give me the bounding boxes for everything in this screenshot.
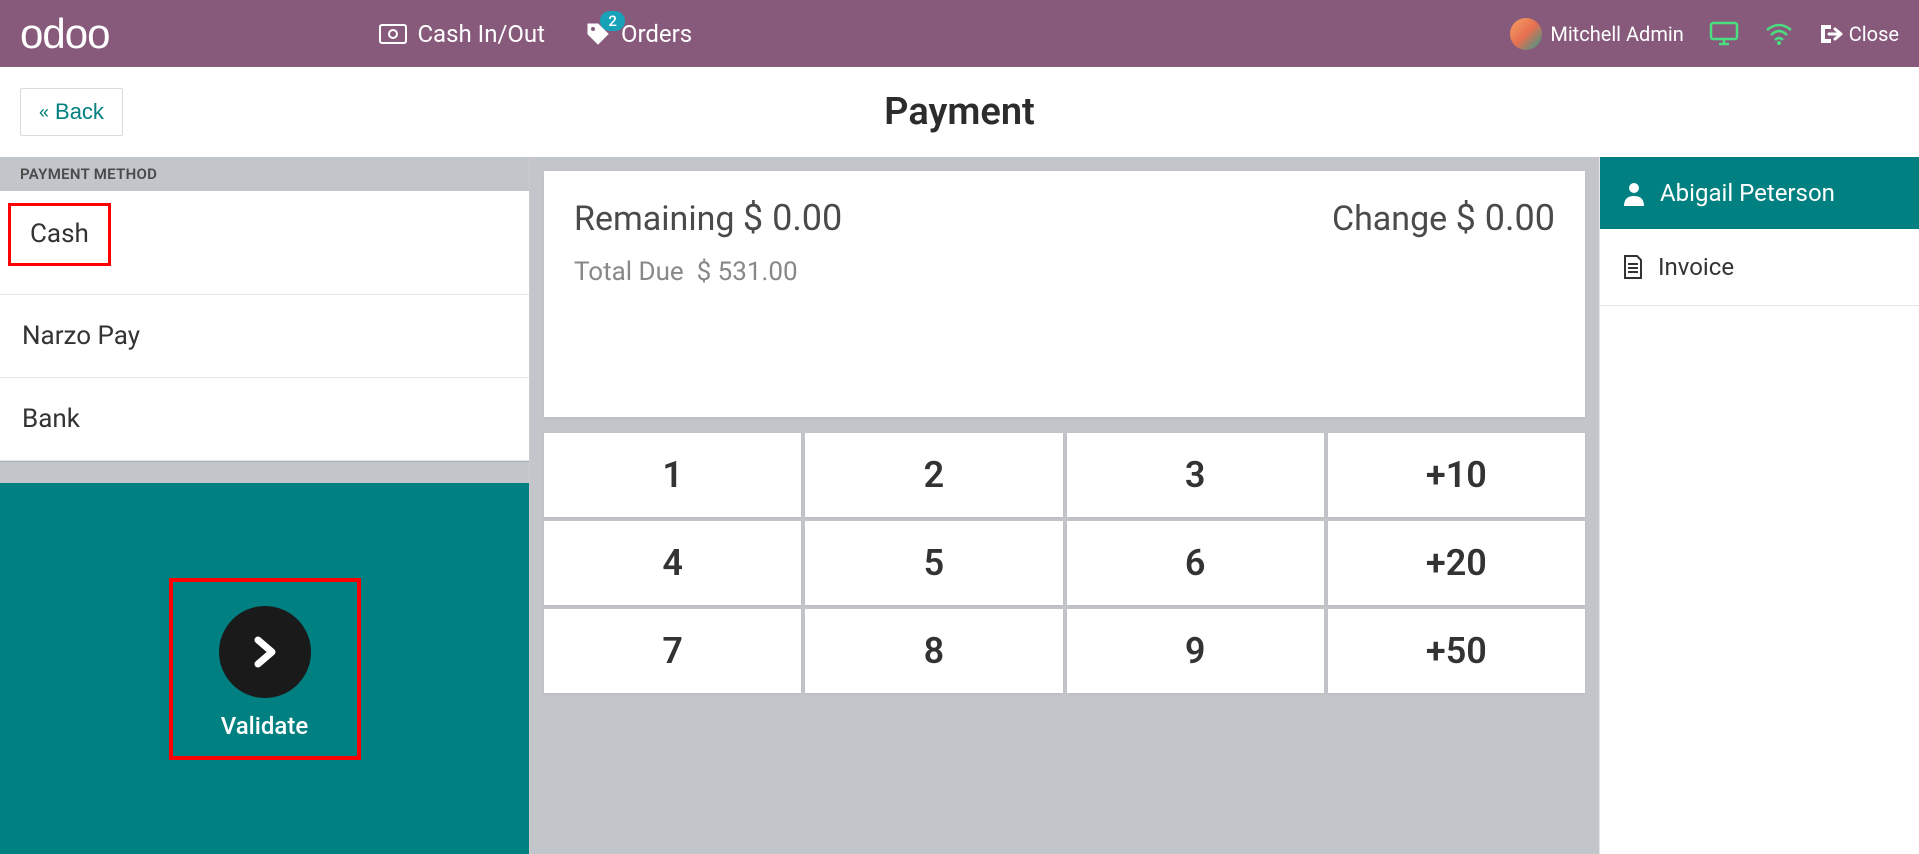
change-value: $ 0.00 xyxy=(1456,197,1555,239)
exit-icon xyxy=(1819,23,1843,45)
key-plus10[interactable]: +10 xyxy=(1328,433,1585,517)
keypad: 1 2 3 +10 4 5 6 +20 7 8 9 +50 xyxy=(544,433,1585,693)
invoice-button[interactable]: Invoice xyxy=(1600,229,1919,306)
document-icon xyxy=(1622,254,1644,280)
user-name: Mitchell Admin xyxy=(1550,22,1683,46)
monitor-icon[interactable] xyxy=(1709,21,1739,47)
validate-button[interactable]: Validate xyxy=(0,483,529,854)
key-9[interactable]: 9 xyxy=(1067,609,1324,693)
subheader: « Back Payment xyxy=(0,67,1919,157)
key-2[interactable]: 2 xyxy=(805,433,1062,517)
validate-circle xyxy=(219,606,311,698)
payment-method-panel: PAYMENT METHOD Cash Narzo Pay Bank Valid… xyxy=(0,157,530,854)
change-group: Change $ 0.00 xyxy=(1332,197,1555,239)
payment-method-list: Cash Narzo Pay Bank xyxy=(0,191,529,461)
remaining-value: $ 0.00 xyxy=(743,197,842,239)
orders-badge: 2 xyxy=(600,11,625,31)
cash-icon xyxy=(379,24,407,44)
orders-button[interactable]: 2 Orders xyxy=(585,20,692,48)
key-1[interactable]: 1 xyxy=(544,433,801,517)
key-plus20[interactable]: +20 xyxy=(1328,521,1585,605)
person-icon xyxy=(1622,180,1646,206)
topbar: odoo Cash In/Out 2 Orders Mitchell Admin xyxy=(0,0,1919,67)
payment-method-narzo-pay[interactable]: Narzo Pay xyxy=(0,295,529,378)
change-label: Change xyxy=(1332,199,1447,239)
remaining-group: Remaining $ 0.00 xyxy=(574,197,842,239)
total-due-label: Total Due xyxy=(574,257,684,287)
main: PAYMENT METHOD Cash Narzo Pay Bank Valid… xyxy=(0,157,1919,854)
topbar-center: Cash In/Out 2 Orders xyxy=(379,20,1510,48)
total-due-row: Total Due $ 531.00 xyxy=(574,257,1555,287)
close-label: Close xyxy=(1849,22,1899,46)
payment-method-header: PAYMENT METHOD xyxy=(0,157,529,191)
key-8[interactable]: 8 xyxy=(805,609,1062,693)
key-5[interactable]: 5 xyxy=(805,521,1062,605)
left-spacer xyxy=(0,461,529,483)
validate-label: Validate xyxy=(221,712,308,740)
payment-method-bank[interactable]: Bank xyxy=(0,378,529,461)
chevron-right-icon xyxy=(248,632,282,672)
back-label: Back xyxy=(55,99,104,125)
status-row1: Remaining $ 0.00 Change $ 0.00 xyxy=(574,197,1555,239)
tag-icon: 2 xyxy=(585,21,611,47)
topbar-right: Mitchell Admin Close xyxy=(1510,18,1899,50)
back-button[interactable]: « Back xyxy=(20,88,123,136)
page-title: Payment xyxy=(884,90,1035,134)
key-4[interactable]: 4 xyxy=(544,521,801,605)
cash-in-out-label: Cash In/Out xyxy=(417,20,545,48)
close-button[interactable]: Close xyxy=(1819,22,1899,46)
payment-method-cash[interactable]: Cash xyxy=(8,203,111,266)
wifi-icon[interactable] xyxy=(1764,22,1794,46)
status-box: Remaining $ 0.00 Change $ 0.00 Total Due… xyxy=(544,171,1585,417)
total-due-value: $ 531.00 xyxy=(697,257,798,287)
customer-name: Abigail Peterson xyxy=(1660,179,1835,207)
invoice-label: Invoice xyxy=(1658,253,1734,281)
remaining-label: Remaining xyxy=(574,199,734,239)
validate-highlight: Validate xyxy=(171,580,359,758)
key-6[interactable]: 6 xyxy=(1067,521,1324,605)
key-7[interactable]: 7 xyxy=(544,609,801,693)
chevron-left-double-icon: « xyxy=(39,102,49,123)
right-panel: Abigail Peterson Invoice xyxy=(1599,157,1919,854)
avatar xyxy=(1510,18,1542,50)
key-3[interactable]: 3 xyxy=(1067,433,1324,517)
center-panel: Remaining $ 0.00 Change $ 0.00 Total Due… xyxy=(530,157,1599,854)
cash-in-out-button[interactable]: Cash In/Out xyxy=(379,20,545,48)
customer-button[interactable]: Abigail Peterson xyxy=(1600,157,1919,229)
payment-method-item-wrap: Cash xyxy=(0,191,529,295)
orders-label: Orders xyxy=(621,20,692,48)
key-plus50[interactable]: +50 xyxy=(1328,609,1585,693)
logo: odoo xyxy=(20,10,109,58)
user-menu[interactable]: Mitchell Admin xyxy=(1510,18,1683,50)
